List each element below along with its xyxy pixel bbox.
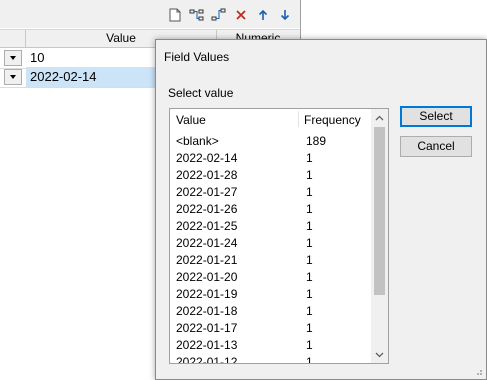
list-item-frequency: 1 bbox=[306, 253, 313, 267]
list-item[interactable]: 2022-01-21 1 bbox=[170, 252, 370, 269]
scroll-down-icon[interactable] bbox=[371, 346, 388, 363]
list-item-value: 2022-01-28 bbox=[176, 168, 238, 182]
list-item-value: 2022-01-19 bbox=[176, 287, 238, 301]
add-child-icon[interactable] bbox=[188, 6, 206, 24]
grid-toolbar bbox=[0, 0, 300, 28]
list-item-value: 2022-02-14 bbox=[176, 151, 238, 165]
list-item-value: <blank> bbox=[176, 134, 219, 148]
list-item[interactable]: 2022-01-18 1 bbox=[170, 303, 370, 320]
list-item[interactable]: 2022-01-28 1 bbox=[170, 167, 370, 184]
row-dropdown-button[interactable] bbox=[4, 69, 22, 85]
resize-grip-icon[interactable] bbox=[473, 366, 483, 376]
list-item[interactable]: 2022-01-17 1 bbox=[170, 320, 370, 337]
list-item-frequency: 1 bbox=[306, 287, 313, 301]
select-button[interactable]: Select bbox=[400, 106, 472, 127]
list-item-frequency: 1 bbox=[306, 321, 313, 335]
delete-icon[interactable] bbox=[232, 6, 250, 24]
row-dropdown-button[interactable] bbox=[4, 50, 22, 66]
list-item-frequency: 1 bbox=[306, 219, 313, 233]
list-rows: <blank> 189 2022-02-14 1 2022-01-28 1 2022-01-… bbox=[170, 133, 370, 364]
column-divider[interactable] bbox=[298, 111, 299, 127]
list-item-value: 2022-01-26 bbox=[176, 202, 238, 216]
list-item[interactable]: 2022-02-14 1 bbox=[170, 150, 370, 167]
chevron-down-icon bbox=[10, 56, 16, 60]
list-item[interactable]: 2022-01-13 1 bbox=[170, 337, 370, 354]
list-item-frequency: 1 bbox=[306, 151, 313, 165]
list-item[interactable]: <blank> 189 bbox=[170, 133, 370, 150]
list-item-frequency: 1 bbox=[306, 304, 313, 318]
list-item-frequency: 1 bbox=[306, 185, 313, 199]
select-value-label: Select value bbox=[168, 86, 234, 100]
list-item[interactable]: 2022-01-20 1 bbox=[170, 269, 370, 286]
values-list[interactable]: Value Frequency <blank> 189 2022-02-14 1 202… bbox=[169, 108, 389, 364]
add-sibling-icon[interactable] bbox=[210, 6, 228, 24]
list-item-frequency: 1 bbox=[306, 168, 313, 182]
list-item-value: 2022-01-17 bbox=[176, 321, 238, 335]
list-item-value: 2022-01-13 bbox=[176, 338, 238, 352]
header-spacer bbox=[0, 30, 26, 47]
column-header-frequency[interactable]: Frequency bbox=[304, 113, 361, 127]
list-item-value: 2022-01-21 bbox=[176, 253, 238, 267]
list-header: Value Frequency bbox=[170, 109, 370, 129]
list-item-value: 2022-01-12 bbox=[176, 355, 238, 364]
list-item[interactable]: 2022-01-12 1 bbox=[170, 354, 370, 364]
list-item-value: 2022-01-18 bbox=[176, 304, 238, 318]
column-header-value[interactable]: Value bbox=[176, 113, 206, 127]
field-values-dialog: Field Values Select value Value Frequenc… bbox=[155, 39, 487, 380]
list-item-value: 2022-01-24 bbox=[176, 236, 238, 250]
dialog-title: Field Values bbox=[164, 50, 230, 64]
chevron-down-icon bbox=[10, 75, 16, 79]
move-down-icon[interactable] bbox=[276, 6, 294, 24]
list-item-frequency: 1 bbox=[306, 355, 313, 364]
list-item-frequency: 1 bbox=[306, 270, 313, 284]
list-item-frequency: 1 bbox=[306, 202, 313, 216]
new-document-icon[interactable] bbox=[166, 6, 184, 24]
list-item[interactable]: 2022-01-25 1 bbox=[170, 218, 370, 235]
list-item[interactable]: 2022-01-27 1 bbox=[170, 184, 370, 201]
list-item-value: 2022-01-27 bbox=[176, 185, 238, 199]
list-item[interactable]: 2022-01-24 1 bbox=[170, 235, 370, 252]
list-item[interactable]: 2022-01-19 1 bbox=[170, 286, 370, 303]
move-up-icon[interactable] bbox=[254, 6, 272, 24]
scrollbar-thumb[interactable] bbox=[374, 127, 385, 295]
scroll-up-icon[interactable] bbox=[371, 109, 388, 126]
list-item-value: 2022-01-20 bbox=[176, 270, 238, 284]
list-item-frequency: 1 bbox=[306, 338, 313, 352]
list-item-frequency: 1 bbox=[306, 236, 313, 250]
vertical-scrollbar[interactable] bbox=[371, 109, 388, 363]
cancel-button[interactable]: Cancel bbox=[400, 136, 472, 157]
list-item[interactable]: 2022-01-26 1 bbox=[170, 201, 370, 218]
list-item-value: 2022-01-25 bbox=[176, 219, 238, 233]
list-item-frequency: 189 bbox=[306, 134, 327, 148]
